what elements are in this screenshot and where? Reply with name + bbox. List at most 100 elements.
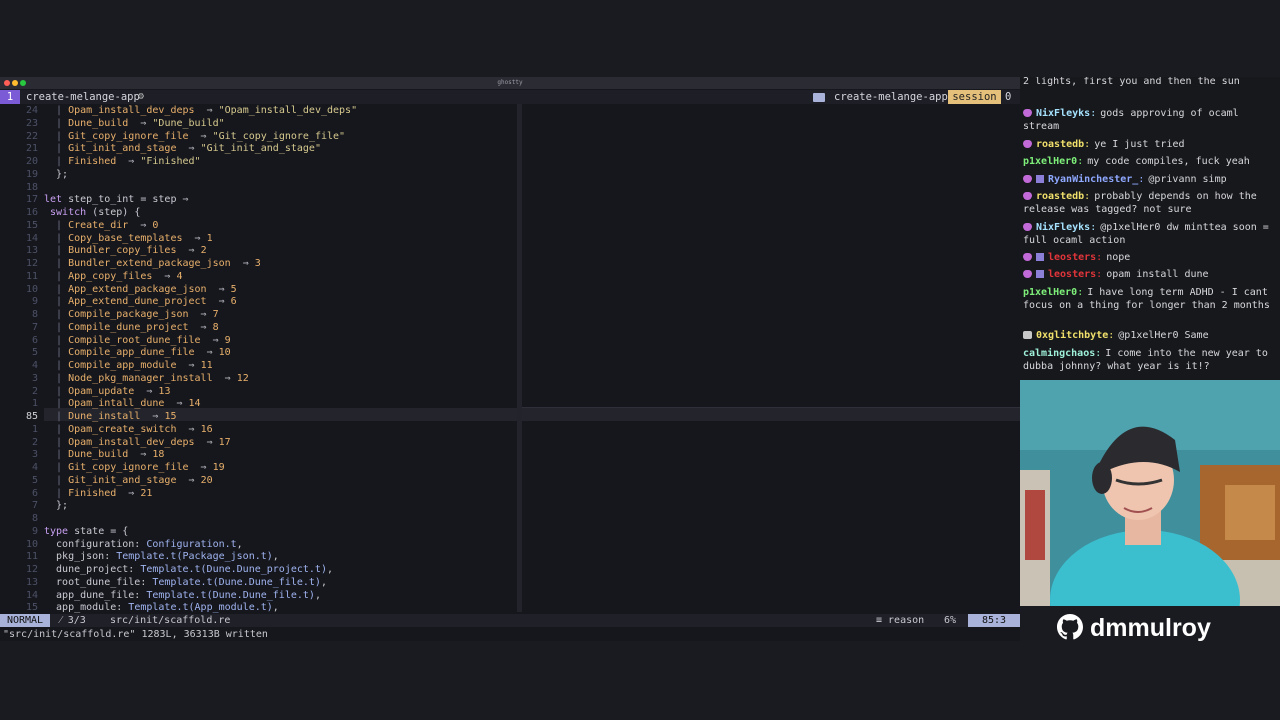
chat-username[interactable]: roastedb xyxy=(1036,191,1084,202)
cursor-position: 85:3 xyxy=(968,614,1020,627)
vertical-split-divider[interactable] xyxy=(517,104,522,612)
chat-username[interactable]: 0xglitchbyte xyxy=(1036,330,1108,341)
chat-separator: : xyxy=(1077,156,1084,167)
terminal-window: ghostty 1 create-melange-app ⚙ create-me… xyxy=(0,77,1020,641)
scroll-percent: 6% xyxy=(944,615,957,626)
code-token: Template.t(Dune.Dune_project.t) xyxy=(140,564,327,575)
code-token: | xyxy=(44,219,69,231)
chat-separator: : xyxy=(1096,269,1103,280)
code-editor[interactable]: 24 | Opam_install_dev_deps ⇒ "Opam_insta… xyxy=(0,104,1020,614)
code-token: Git_copy_ignore_file xyxy=(68,462,189,473)
line-number: 8 xyxy=(31,309,38,320)
stream-chat: 2 lights, first you and then the sun NixF… xyxy=(1020,77,1280,380)
line-number: 21 xyxy=(25,143,38,155)
code-token: Template.t(App_module.t) xyxy=(128,602,273,614)
line-number: 85 xyxy=(25,411,38,422)
horizontal-split-divider[interactable] xyxy=(522,407,1020,408)
code-token: ⇒ xyxy=(188,462,213,473)
gear-icon: ⚙ xyxy=(138,91,145,102)
chat-text: @privann simp xyxy=(1148,174,1227,185)
code-token: ⇒ xyxy=(212,372,237,384)
code-token: Dune_build xyxy=(68,117,129,129)
code-token: type xyxy=(44,525,75,537)
code-text: app_dune_file: Template.t(Dune.Dune_file… xyxy=(44,589,321,602)
chat-text: nope xyxy=(1106,252,1131,263)
code-token: }; xyxy=(44,168,69,180)
command-line[interactable]: "src/init/scaffold.re" 1283L, 36313B wri… xyxy=(0,628,1020,641)
code-token: Compile_dune_project xyxy=(68,321,189,333)
code-text: | Finished ⇒ 21 xyxy=(44,487,152,500)
code-token: Opam_intall_dune xyxy=(68,398,165,410)
code-text: | App_extend_package_json ⇒ 5 xyxy=(44,283,237,296)
line-number: 6 xyxy=(31,334,38,346)
line-number: 10 xyxy=(25,283,38,295)
line-number: 5 xyxy=(31,347,38,359)
code-token: ⇒ xyxy=(230,258,255,269)
chat-username[interactable]: RyanWinchester_ xyxy=(1048,174,1138,185)
code-token: ⇒ xyxy=(176,423,201,435)
code-token: 11 xyxy=(200,360,213,371)
code-token: 4 xyxy=(176,270,183,282)
streamer-handle: dmmulroy xyxy=(1090,614,1211,642)
code-token: | xyxy=(44,385,69,397)
line-number: 11 xyxy=(25,270,38,282)
code-text: | Bundler_copy_files ⇒ 2 xyxy=(44,244,207,257)
code-token: ⇒ xyxy=(206,296,231,308)
code-token: | xyxy=(44,245,69,257)
chat-username[interactable]: leosters xyxy=(1048,252,1096,263)
code-token: , xyxy=(314,589,321,601)
code-token: (step) { xyxy=(86,207,141,218)
code-token: Compile_app_dune_file xyxy=(68,347,195,359)
github-icon xyxy=(1057,614,1083,640)
code-token: | xyxy=(44,360,69,371)
code-text: | Compile_app_module ⇒ 11 xyxy=(44,359,213,372)
heart-badge-icon xyxy=(1023,109,1032,117)
code-token: pkg_json: xyxy=(44,551,117,563)
chat-username[interactable]: NixFleyks xyxy=(1036,222,1090,233)
chat-username[interactable]: calmingchaos xyxy=(1023,348,1095,359)
chat-username[interactable]: roastedb xyxy=(1036,139,1084,150)
code-token: step_to_int = step ⇒ xyxy=(68,194,189,206)
webcam-feed xyxy=(1020,380,1280,606)
code-token: , xyxy=(236,538,243,550)
code-token: ⇒ xyxy=(194,347,219,359)
webcam-image xyxy=(1020,380,1280,606)
code-text: switch (step) { xyxy=(44,206,140,219)
code-token: Dune_install xyxy=(68,411,141,422)
code-token: 13 xyxy=(158,385,171,397)
code-token: ⇒ xyxy=(128,117,153,129)
code-token: , xyxy=(320,576,327,588)
code-token: Opam_update xyxy=(68,385,135,397)
code-token: | xyxy=(44,334,69,346)
line-number: 4 xyxy=(31,462,38,473)
chat-username[interactable]: p1xelHer0 xyxy=(1023,156,1077,167)
code-text: | Create_dir ⇒ 0 xyxy=(44,219,158,232)
code-text: | Dune_build ⇒ "Dune_build" xyxy=(44,117,225,130)
code-text: }; xyxy=(44,168,68,181)
code-token: Configuration.t xyxy=(146,538,237,550)
editor-status-line: NORMAL ⁄ 3/3 src/init/scaffold.re ≡ reas… xyxy=(0,614,1020,627)
code-token: 7 xyxy=(212,309,219,320)
code-token: | xyxy=(44,296,69,308)
code-token: Compile_package_json xyxy=(68,309,189,320)
code-token: ⇒ xyxy=(164,398,189,410)
code-token: | xyxy=(44,423,69,435)
chat-username[interactable]: leosters xyxy=(1048,269,1096,280)
code-token: | xyxy=(44,398,69,410)
chat-username[interactable]: NixFleyks xyxy=(1036,108,1090,119)
tmux-window-name[interactable]: create-melange-app xyxy=(26,90,140,104)
tmux-window-index[interactable]: 1 xyxy=(0,90,20,104)
code-token: | xyxy=(44,462,69,473)
code-token: Finished xyxy=(68,156,117,167)
code-token: ⇒ xyxy=(194,105,219,116)
code-token: Opam_create_switch xyxy=(68,423,177,435)
code-text: root_dune_file: Template.t(Dune.Dune_fil… xyxy=(44,576,327,589)
code-token: "Git_init_and_stage" xyxy=(200,143,321,155)
code-token: | xyxy=(44,143,69,155)
code-token: ⇒ xyxy=(176,143,201,155)
heart-badge-icon xyxy=(1023,140,1032,148)
chat-username[interactable]: p1xelHer0 xyxy=(1023,287,1077,298)
chat-text: ye I just tried xyxy=(1094,139,1185,150)
code-token: Bundler_extend_package_json xyxy=(68,258,231,269)
subscriber-badge-icon xyxy=(1036,270,1044,278)
